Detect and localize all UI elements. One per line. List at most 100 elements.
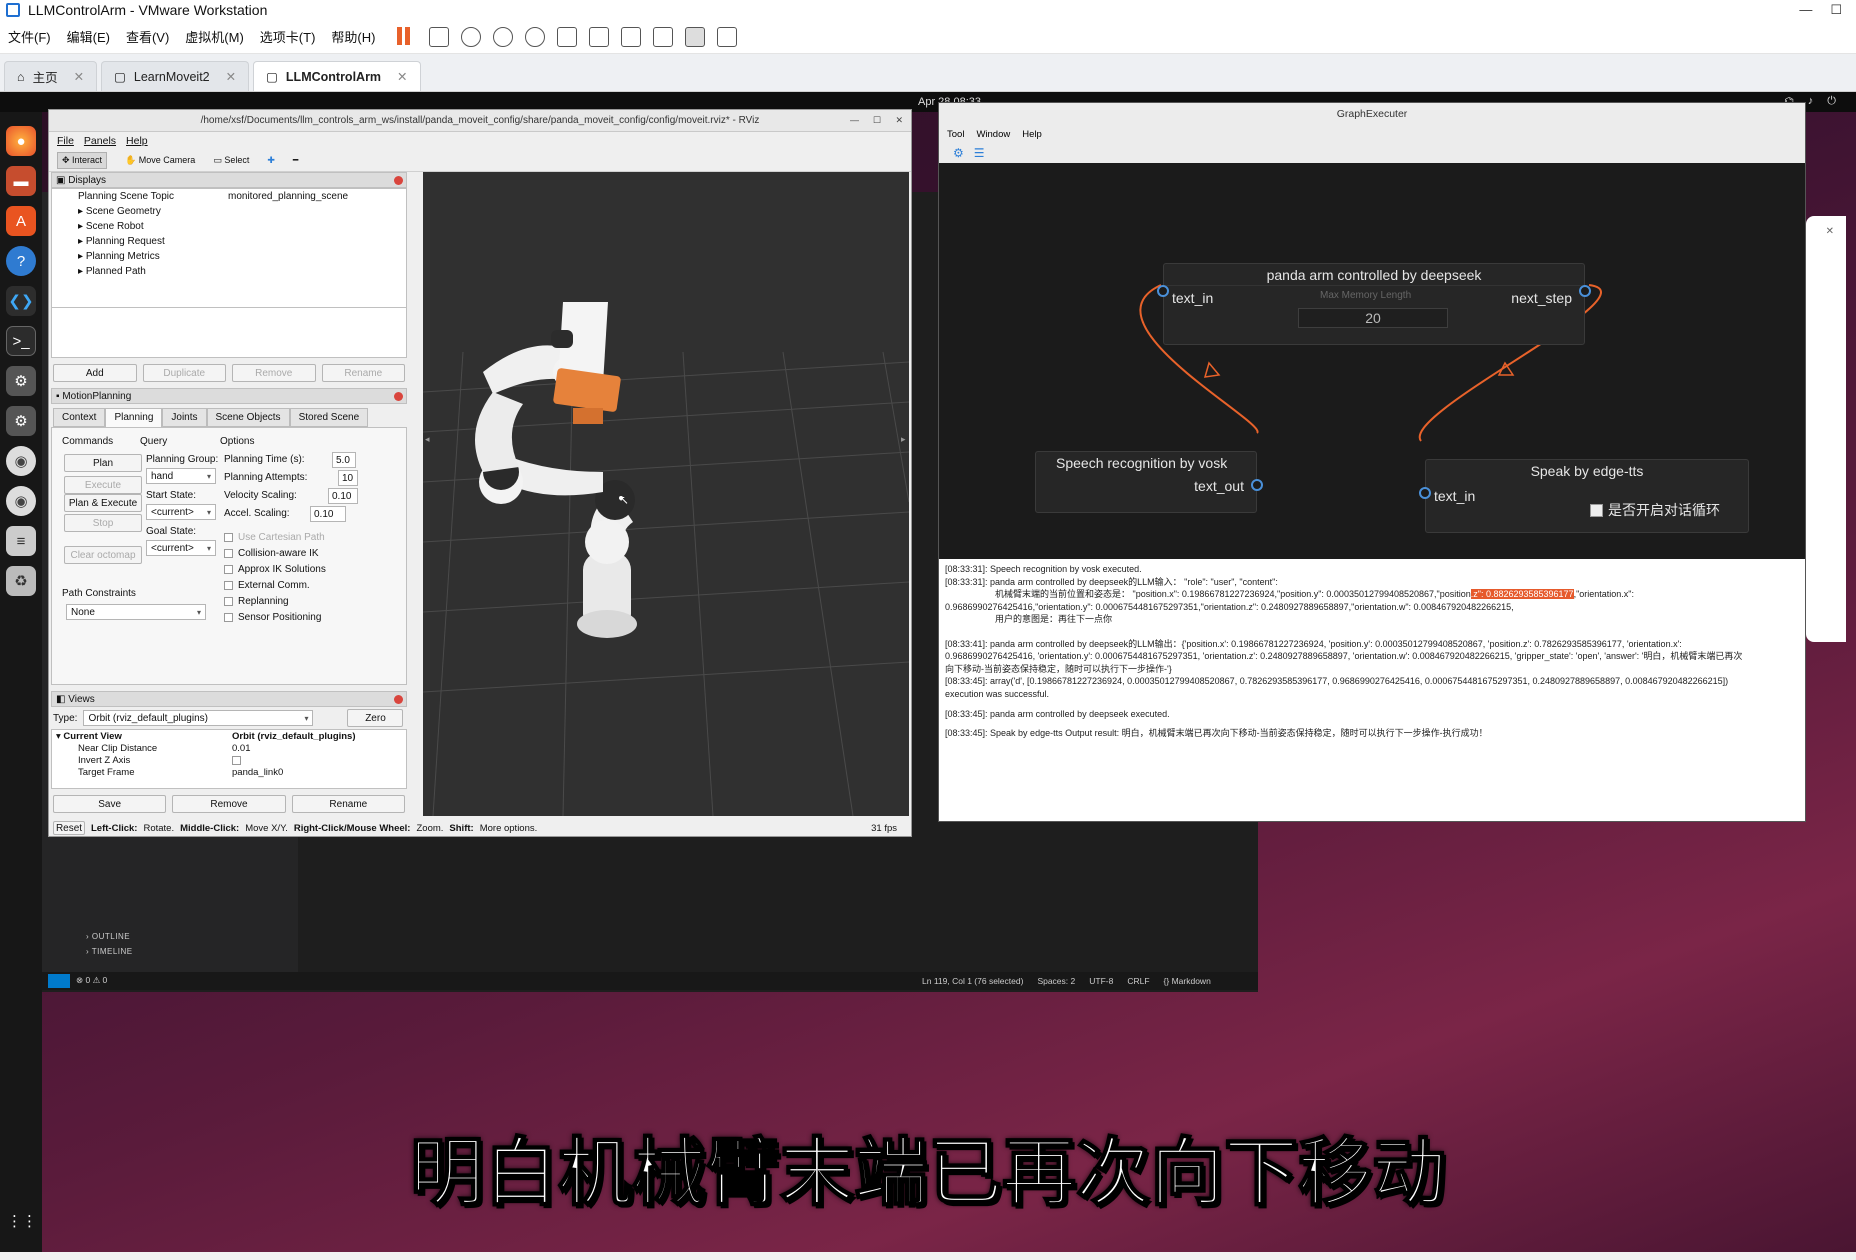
start-state-select[interactable]: <current> bbox=[146, 504, 216, 520]
plan-button[interactable]: Plan bbox=[64, 454, 142, 472]
execute-button[interactable]: Execute bbox=[64, 476, 142, 494]
sidebar-toggle-icon[interactable] bbox=[557, 26, 578, 47]
tree-row[interactable]: ▸ Scene Robot bbox=[52, 219, 406, 234]
indentation[interactable]: Spaces: 2 bbox=[1037, 976, 1075, 986]
menu-help[interactable]: 帮助(H) bbox=[323, 27, 383, 46]
sensor-positioning-checkbox[interactable]: Sensor Positioning bbox=[224, 612, 321, 623]
port-text-out[interactable] bbox=[1251, 479, 1263, 491]
close-icon[interactable] bbox=[394, 176, 403, 185]
menu-file[interactable]: 文件(F) bbox=[0, 27, 59, 46]
reset-button[interactable]: Reset bbox=[53, 821, 85, 835]
trash-icon[interactable]: ♻ bbox=[6, 566, 36, 596]
tree-value[interactable]: monitored_planning_scene bbox=[228, 191, 348, 202]
thumbnail-icon[interactable] bbox=[589, 26, 610, 47]
accel-scaling-spinbox[interactable]: 0.10 bbox=[310, 506, 346, 522]
tree-row[interactable]: Invert Z Axis bbox=[52, 754, 406, 766]
remove-tool-icon[interactable]: ━ bbox=[293, 155, 298, 166]
files-icon[interactable]: ▬ bbox=[6, 166, 36, 196]
tree-row[interactable]: Planning Scene Topic monitored_planning_s… bbox=[52, 189, 406, 204]
remove-button[interactable]: Remove bbox=[172, 795, 286, 813]
move-camera-tool[interactable]: ✋ Move Camera bbox=[125, 155, 195, 166]
plan-execute-button[interactable]: Plan & Execute bbox=[64, 494, 142, 512]
menu-help[interactable]: Help bbox=[1022, 129, 1042, 140]
tree-row[interactable]: ▸ Scene Geometry bbox=[52, 204, 406, 219]
invert-z-checkbox[interactable] bbox=[232, 755, 241, 765]
close-icon[interactable]: ✕ bbox=[895, 115, 903, 126]
menu-edit[interactable]: 编辑(E) bbox=[59, 27, 118, 46]
select-tool[interactable]: ▭ Select bbox=[213, 155, 249, 166]
tree-row[interactable]: ▸ Planned Path bbox=[52, 264, 406, 279]
tab-home[interactable]: ⌂ 主页 ✕ bbox=[4, 61, 98, 91]
settings-sliders-icon[interactable]: ☰ bbox=[974, 146, 985, 160]
menu-help[interactable]: Help bbox=[126, 135, 148, 147]
tree-row[interactable]: ▾ Current View Orbit (rviz_default_plugin… bbox=[52, 730, 406, 742]
maximize-icon[interactable]: ☐ bbox=[1830, 2, 1842, 18]
line-endings[interactable]: CRLF bbox=[1127, 976, 1149, 986]
close-icon[interactable]: ✕ bbox=[74, 69, 84, 84]
snapshot-icon[interactable] bbox=[461, 26, 482, 47]
tree-row[interactable]: Near Clip Distance 0.01 bbox=[52, 742, 406, 754]
tab-planning[interactable]: Planning bbox=[105, 408, 163, 427]
interact-tool[interactable]: ✥ Interact bbox=[57, 152, 108, 169]
approx-ik-checkbox[interactable]: Approx IK Solutions bbox=[224, 564, 326, 575]
collapse-left-icon[interactable]: ◂ bbox=[425, 434, 430, 444]
tree-row[interactable]: ▸ Planning Metrics bbox=[52, 249, 406, 264]
node-graph-canvas[interactable]: panda arm controlled by deepseek text_in… bbox=[939, 163, 1805, 559]
revert-snapshot-icon[interactable] bbox=[493, 26, 514, 47]
tree-row[interactable]: ▸ Planning Request bbox=[52, 234, 406, 249]
tree-value[interactable]: panda_link0 bbox=[232, 767, 283, 778]
app-center-icon[interactable]: A bbox=[6, 206, 36, 236]
outline-section[interactable]: › OUTLINE › TIMELINE bbox=[86, 932, 133, 956]
port-text-in[interactable] bbox=[1157, 285, 1169, 297]
clear-octomap-button[interactable]: Clear octomap bbox=[64, 546, 142, 564]
menu-vm[interactable]: 虚拟机(M) bbox=[177, 27, 252, 46]
console-icon[interactable] bbox=[685, 26, 706, 47]
rename-button[interactable]: Rename bbox=[321, 364, 405, 382]
unity-icon[interactable] bbox=[653, 26, 674, 47]
planning-group-select[interactable]: hand bbox=[146, 468, 216, 484]
rename-button[interactable]: Rename bbox=[291, 795, 405, 813]
terminal-icon[interactable]: >_ bbox=[6, 326, 36, 356]
save-button[interactable]: Save bbox=[53, 795, 167, 813]
settings-icon[interactable]: ⚙ bbox=[6, 406, 36, 436]
close-icon[interactable]: ✕ bbox=[226, 69, 236, 84]
node-speak-edge-tts[interactable]: Speak by edge-tts text_in 是否开启对话循环 bbox=[1425, 459, 1749, 533]
tab-context[interactable]: Context bbox=[53, 408, 106, 427]
tab-scene-objects[interactable]: Scene Objects bbox=[206, 408, 290, 427]
menu-tabs[interactable]: 选项卡(T) bbox=[252, 27, 324, 46]
add-button[interactable]: Add bbox=[53, 364, 137, 382]
planning-time-spinbox[interactable]: 5.0 bbox=[332, 452, 356, 468]
close-icon[interactable] bbox=[394, 695, 403, 704]
max-memory-input[interactable]: 20 bbox=[1298, 308, 1448, 328]
velocity-scaling-spinbox[interactable]: 0.10 bbox=[328, 488, 358, 504]
maximize-icon[interactable]: ☐ bbox=[873, 115, 881, 126]
stretch-icon[interactable] bbox=[717, 26, 738, 47]
collapse-right-icon[interactable]: ▸ bbox=[901, 434, 906, 444]
view-type-select[interactable]: Orbit (rviz_default_plugins) bbox=[83, 710, 314, 726]
zero-button[interactable]: Zero bbox=[347, 709, 404, 727]
disc-icon[interactable]: ◉ bbox=[6, 486, 36, 516]
path-constraints-select[interactable]: None bbox=[66, 604, 206, 620]
external-comm-checkbox[interactable]: External Comm. bbox=[224, 580, 310, 591]
port-next-step[interactable] bbox=[1579, 285, 1591, 297]
fullscreen-icon[interactable] bbox=[621, 26, 642, 47]
help-icon[interactable]: ? bbox=[6, 246, 36, 276]
tab-stored-scenes[interactable]: Stored Scene bbox=[289, 408, 369, 427]
use-cartesian-path-checkbox[interactable]: Use Cartesian Path bbox=[224, 532, 325, 543]
rviz-3d-viewport[interactable]: ↖ ◂ ▸ bbox=[423, 172, 909, 816]
stop-button[interactable]: Stop bbox=[64, 514, 142, 532]
menu-panels[interactable]: Panels bbox=[84, 135, 116, 147]
close-icon[interactable]: ✕ bbox=[397, 69, 407, 84]
settings-icon[interactable]: ⚙ bbox=[6, 366, 36, 396]
send-ctrl-alt-del-icon[interactable] bbox=[429, 26, 450, 47]
text-editor-icon[interactable]: ≡ bbox=[6, 526, 36, 556]
pause-icon[interactable] bbox=[397, 26, 417, 47]
node-speech-recognition-vosk[interactable]: Speech recognition by vosk text_out bbox=[1035, 451, 1257, 513]
planning-attempts-spinbox[interactable]: 10 bbox=[338, 470, 358, 486]
duplicate-button[interactable]: Duplicate bbox=[142, 364, 226, 382]
problems-indicator[interactable]: ⊗ 0 ⚠ 0 bbox=[76, 975, 107, 986]
menu-tool[interactable]: Tool bbox=[947, 129, 964, 140]
add-tool-icon[interactable]: ✚ bbox=[267, 155, 275, 166]
minimize-icon[interactable]: — bbox=[1799, 2, 1812, 18]
disc-icon[interactable]: ◉ bbox=[6, 446, 36, 476]
